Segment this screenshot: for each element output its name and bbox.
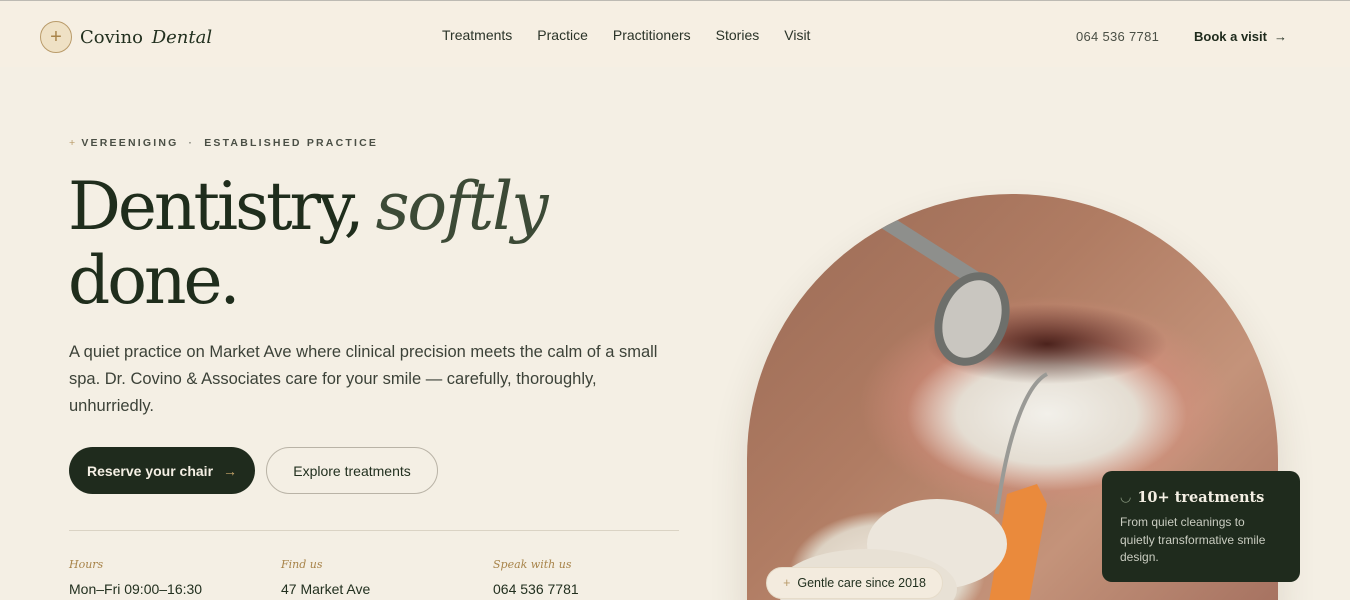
book-visit-link[interactable]: Book a visit →	[1194, 29, 1287, 44]
info-value[interactable]: 47 Market Ave	[281, 581, 370, 597]
plus-icon: +	[69, 137, 78, 149]
card-description: From quiet cleanings to quietly transfor…	[1120, 515, 1266, 564]
hero-lead: A quiet practice on Market Ave where cli…	[69, 343, 658, 415]
card-title-row: ◡ 10+ treatments	[1120, 489, 1282, 506]
eyebrow-tag: ESTABLISHED PRACTICE	[204, 137, 379, 149]
info-value[interactable]: 064 536 7781	[493, 581, 579, 597]
info-label: Hours	[69, 558, 104, 571]
eyebrow-location: VEREENIGING	[81, 137, 179, 149]
arrow-right-icon: →	[223, 462, 238, 479]
tooth-icon: ◡	[1120, 490, 1132, 505]
badge-label: Gentle care since 2018	[797, 576, 926, 590]
nav-item-stories[interactable]: Stories	[716, 27, 760, 43]
arrow-right-icon: →	[1273, 29, 1287, 44]
book-visit-label: Book a visit	[1194, 29, 1267, 44]
header-phone[interactable]: 064 536 7781	[1076, 29, 1159, 44]
eyebrow-separator: ·	[188, 137, 195, 149]
logo[interactable]: + Covino Dental	[40, 21, 212, 53]
card-title: 10+ treatments	[1137, 489, 1265, 506]
hero-title: Dentistry, softly done.	[68, 168, 549, 319]
treatments-card: ◡ 10+ treatments From quiet cleanings to …	[1102, 471, 1300, 582]
info-find-us: Find us 47 Market Ave	[281, 558, 370, 597]
hero-title-line1: Dentistry,	[68, 168, 365, 245]
nav-item-treatments[interactable]: Treatments	[442, 27, 512, 43]
plus-icon: +	[783, 576, 791, 590]
reserve-chair-button[interactable]: Reserve your chair →	[69, 447, 255, 494]
info-value: Mon–Fri 09:00–16:30	[69, 581, 203, 597]
info-hours: Hours Mon–Fri 09:00–16:30	[69, 558, 202, 597]
hero-eyebrow: + VEREENIGING · ESTABLISHED PRACTICE	[69, 137, 378, 149]
nav-item-practice[interactable]: Practice	[537, 27, 588, 43]
info-label: Speak with us	[493, 558, 572, 571]
hero-title-line2: done.	[68, 242, 241, 319]
gentle-care-badge: + Gentle care since 2018	[766, 567, 943, 599]
reserve-chair-label: Reserve your chair	[86, 462, 214, 479]
plus-star-icon: +	[40, 21, 72, 53]
info-speak-with-us: Speak with us 064 536 7781	[493, 558, 579, 597]
nav-item-visit[interactable]: Visit	[784, 27, 810, 43]
divider	[69, 530, 679, 531]
main-nav: Treatments Practice Practitioners Storie…	[442, 27, 810, 43]
nav-item-practitioners[interactable]: Practitioners	[613, 27, 691, 43]
explore-treatments-button[interactable]: Explore treatments	[266, 447, 438, 494]
brand-name-italic: Dental	[151, 26, 213, 48]
brand-name: Covino Dental	[80, 26, 213, 48]
info-label: Find us	[281, 558, 323, 571]
hero-title-italic: softly	[375, 168, 549, 245]
site-header: + Covino Dental Treatments Practice Prac…	[0, 1, 1350, 67]
